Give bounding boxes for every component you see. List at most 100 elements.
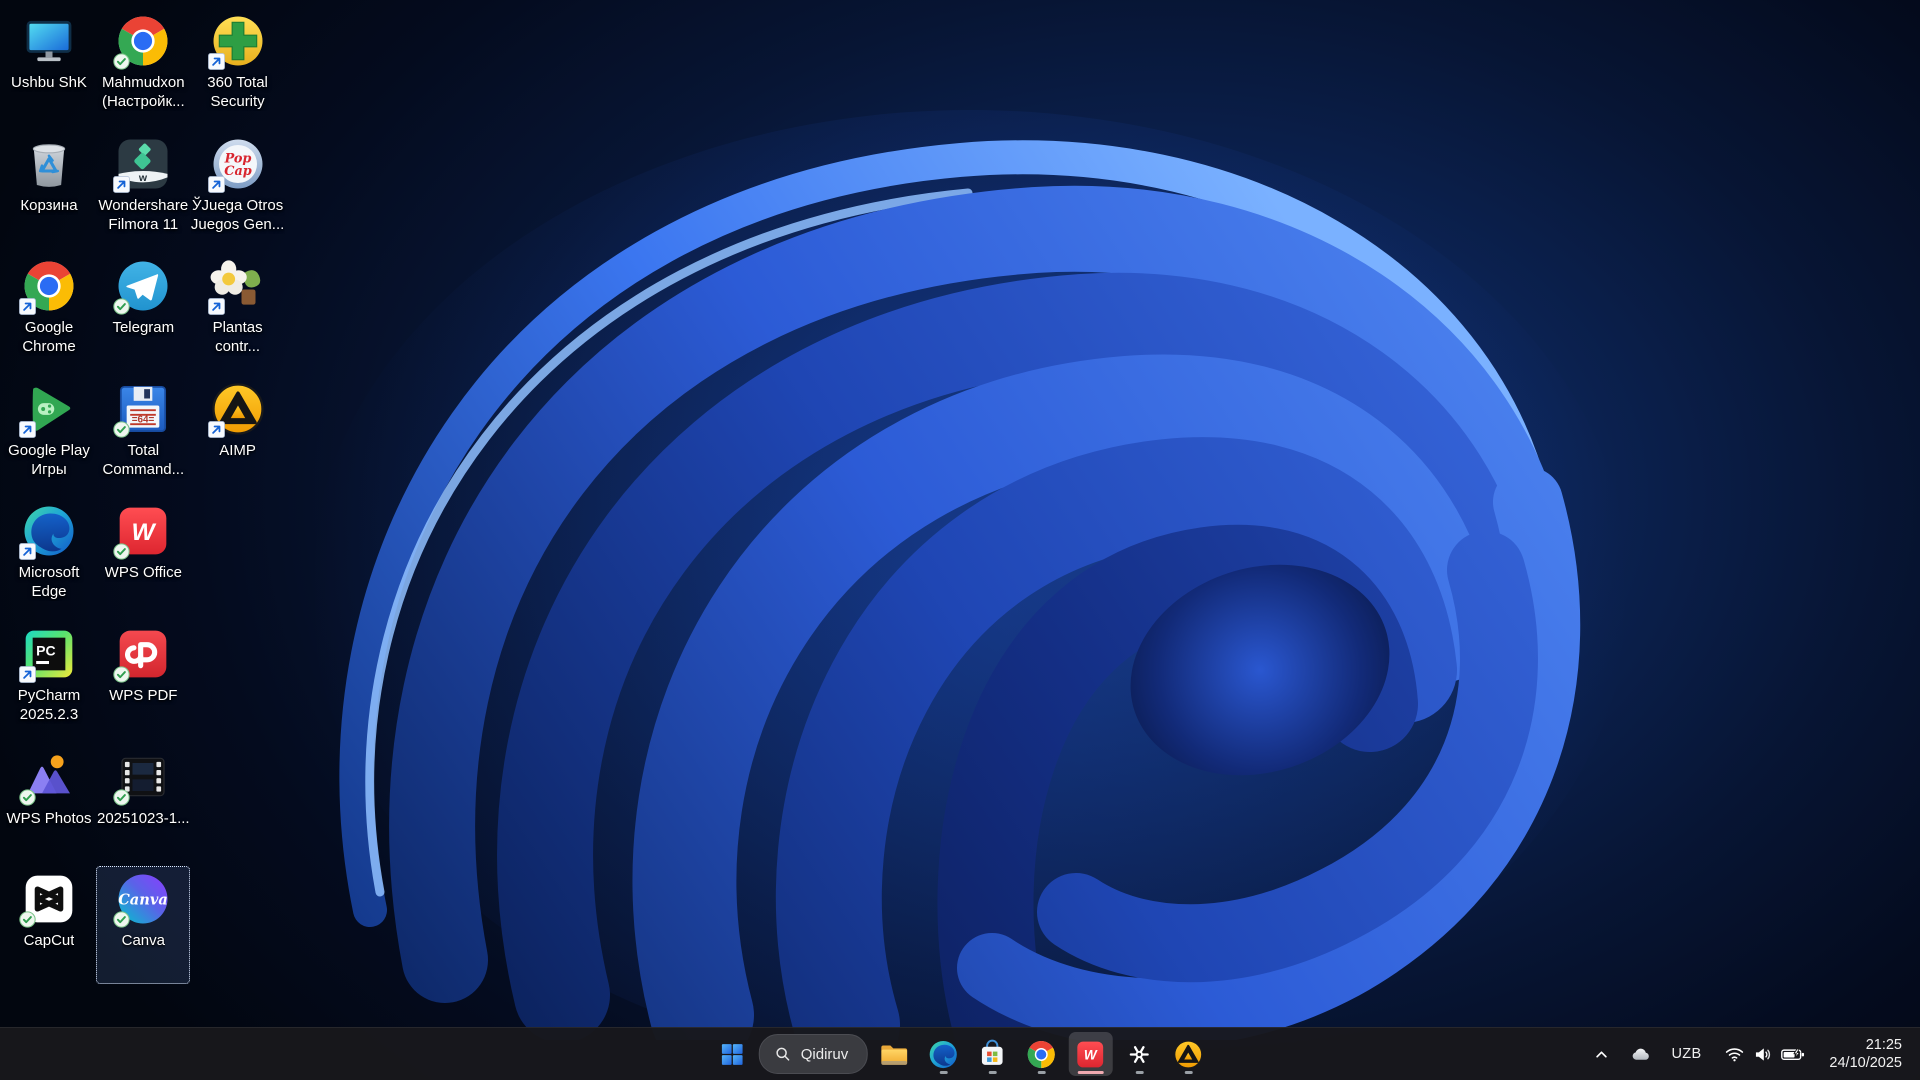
desktop-icon-label: Plantas contr... <box>212 319 263 356</box>
language-indicator[interactable]: UZB <box>1662 1034 1712 1074</box>
desktop-icon-label: ЎJuega Otros Juegos Gen... <box>190 196 285 233</box>
desktop-icon-capcut[interactable]: CapCut <box>2 866 96 984</box>
desktop-icon-label: Total Command... <box>102 441 185 478</box>
canva-icon: Canva <box>113 870 172 928</box>
shortcut-arrow-icon <box>207 298 225 316</box>
svg-text:PC: PC <box>36 643 55 659</box>
onedrive-button[interactable] <box>1623 1034 1658 1074</box>
total-commander-icon: =64= <box>113 380 172 438</box>
running-indicator <box>1135 1070 1144 1074</box>
taskbar-file-explorer-button[interactable] <box>872 1032 916 1076</box>
taskbar-clock[interactable]: 21:25 24/10/2025 <box>1823 1037 1908 1072</box>
desktop-icon-label: WPS Photos <box>6 809 92 827</box>
search-label: Qidiruv <box>800 1045 849 1063</box>
total-security-icon <box>207 12 267 70</box>
sync-check-icon <box>113 911 130 928</box>
this-pc-icon <box>20 12 78 70</box>
wps-photos-icon <box>19 748 78 806</box>
desktop-icon-recycle-bin[interactable]: Корзина <box>2 131 96 249</box>
sync-check-icon <box>113 421 130 438</box>
desktop-icon-label: Mahmudxon (Настройк... <box>101 74 185 110</box>
shortcut-arrow-icon <box>113 175 131 193</box>
running-indicator <box>988 1070 997 1074</box>
desktop-icon-telegram[interactable]: Telegram <box>96 253 190 371</box>
quick-settings-button[interactable] <box>1715 1034 1815 1074</box>
language-label: UZB <box>1671 1046 1702 1062</box>
chatgpt-icon <box>1124 1039 1155 1070</box>
desktop-icon-label: Wondershare Filmora 11 <box>98 196 189 233</box>
desktop-icon-wps-photos[interactable]: WPS Photos <box>2 744 96 862</box>
desktop-icon-aimp[interactable]: AIMP <box>191 376 285 494</box>
desktop-icon-video-20251023[interactable]: 20251023-1... <box>96 744 190 862</box>
desktop-icon-mahmudxon-profile[interactable]: Mahmudxon (Настройк... <box>96 8 190 126</box>
desktop-icon-label: Google Chrome <box>22 319 76 356</box>
volume-icon <box>1752 1044 1773 1065</box>
desktop-icon-google-play-games[interactable]: Google Play Игры <box>2 376 96 494</box>
file-explorer-icon <box>879 1039 910 1070</box>
wps-office-icon: W <box>113 502 172 561</box>
taskbar-start-button[interactable] <box>710 1032 754 1076</box>
svg-text:W: W <box>1084 1047 1098 1062</box>
desktop-icon-wondershare-filmora[interactable]: w Wondershare Filmora 11 <box>96 131 190 249</box>
sync-check-icon <box>113 298 130 315</box>
taskbar-app-group: Qidiruv W <box>710 1028 1211 1080</box>
desktop-icon-microsoft-edge[interactable]: Microsoft Edge <box>2 498 96 616</box>
filmora-icon: w <box>113 135 172 193</box>
desktop-icon-label: Canva <box>121 932 165 950</box>
desktop-icon-google-chrome[interactable]: Google Chrome <box>2 253 96 371</box>
taskbar-microsoft-store-button[interactable] <box>970 1032 1014 1076</box>
desktop-icon-label: Telegram <box>112 319 175 337</box>
play-games-icon <box>19 380 78 438</box>
desktop-icon-label: WPS PDF <box>109 687 178 704</box>
search-icon <box>774 1045 792 1063</box>
desktop-icon-wps-office[interactable]: W WPS Office <box>96 498 190 616</box>
desktop: Ushbu ShK Mahmudxon (Настройк... 360 Total… <box>0 0 1920 1027</box>
desktop-icon-wps-pdf[interactable]: WPS PDF <box>96 621 190 739</box>
taskbar-wps-office-button[interactable]: W <box>1068 1032 1113 1076</box>
desktop-icon-plantas-contra[interactable]: Plantas contr... <box>191 253 285 371</box>
running-indicator <box>1077 1070 1104 1074</box>
sync-check-icon <box>19 788 36 806</box>
desktop-icon-360-total-security[interactable]: 360 Total Security <box>191 8 285 126</box>
sync-check-icon <box>113 788 130 806</box>
wps-office-icon: W <box>1075 1039 1106 1070</box>
shortcut-arrow-icon <box>207 53 225 70</box>
desktop-icon-label: PyCharm 2025.2.3 <box>17 687 81 723</box>
windows-start-icon <box>716 1039 747 1070</box>
shortcut-arrow-icon <box>19 420 36 438</box>
svg-text:=64=: =64= <box>132 414 155 425</box>
desktop-icon-total-commander[interactable]: =64= Total Command... <box>96 376 190 494</box>
desktop-icon-canva[interactable]: Canva Canva <box>96 866 191 985</box>
edge-icon <box>928 1039 959 1070</box>
desktop-icon-popcap-games[interactable]: Pop Cap ЎJuega Otros Juegos Gen... <box>191 131 285 249</box>
wps-pdf-icon <box>113 625 172 683</box>
hidden-icons-button[interactable] <box>1584 1034 1619 1074</box>
aimp-icon <box>1173 1039 1204 1070</box>
desktop-icon-label: WPS Office <box>104 564 182 582</box>
sync-check-icon <box>113 543 130 561</box>
taskbar-aimp-button[interactable] <box>1166 1032 1210 1076</box>
desktop-icon-pycharm[interactable]: PC PyCharm 2025.2.3 <box>2 621 96 739</box>
chevron-up-icon <box>1591 1044 1612 1065</box>
taskbar-chatgpt-button[interactable] <box>1117 1032 1161 1076</box>
edge-icon <box>19 502 78 561</box>
microsoft-store-icon <box>977 1039 1008 1070</box>
clock-time: 21:25 <box>1865 1036 1902 1053</box>
cloud-icon <box>1630 1044 1651 1065</box>
shortcut-arrow-icon <box>19 298 36 316</box>
video-file-icon <box>113 748 172 806</box>
chrome-icon <box>19 257 78 316</box>
taskbar-edge-button[interactable] <box>921 1032 965 1076</box>
clock-date: 24/10/2025 <box>1829 1054 1902 1071</box>
system-tray: UZB 21:25 24/10/2025 <box>1584 1028 1920 1080</box>
desktop-icon-this-pc[interactable]: Ushbu ShK <box>2 8 96 126</box>
battery-charging-icon <box>1780 1044 1806 1065</box>
desktop-icon-label: AIMP <box>219 441 256 459</box>
taskbar-chrome-button[interactable] <box>1019 1032 1063 1076</box>
taskbar: Qidiruv W UZB 21:25 24/10/2025 <box>0 1027 1920 1080</box>
desktop-icon-label: 360 Total Security <box>207 74 268 110</box>
sync-check-icon <box>113 666 130 683</box>
chrome-icon <box>113 12 172 70</box>
shortcut-arrow-icon <box>207 175 225 193</box>
taskbar-search[interactable]: Qidiruv <box>758 1034 868 1074</box>
